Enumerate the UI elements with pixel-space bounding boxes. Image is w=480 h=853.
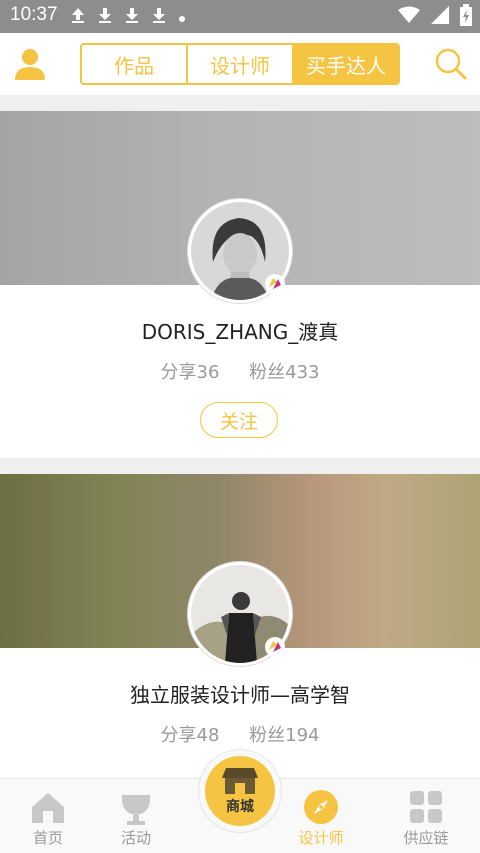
nav-activity[interactable]: 活动 [88, 779, 184, 853]
category-tabs: 作品 设计师 买手达人 [80, 43, 400, 85]
search-icon[interactable] [434, 47, 468, 81]
share-count: 分享36 [160, 362, 220, 383]
download-icon [97, 6, 113, 28]
grid-icon [406, 787, 446, 827]
verified-badge-icon [264, 636, 286, 658]
designer-avatar[interactable] [187, 561, 293, 667]
share-count: 分享48 [160, 725, 220, 746]
nav-designers[interactable]: 设计师 [273, 779, 369, 853]
battery-icon [460, 4, 472, 30]
verified-badge-icon [264, 273, 286, 295]
status-time: 10:37 [10, 4, 58, 25]
nav-supply-chain[interactable]: 供应链 [378, 779, 474, 853]
shop-icon [222, 768, 258, 796]
designer-stats: 分享36 粉丝433 [0, 358, 480, 384]
mall-button[interactable]: 商城 [198, 749, 282, 833]
follow-button[interactable]: 关注 [200, 402, 278, 438]
user-profile-icon[interactable] [13, 47, 47, 81]
download-icon [124, 6, 140, 28]
download-icon [151, 6, 167, 28]
tab-works[interactable]: 作品 [82, 45, 186, 83]
tab-designers[interactable]: 设计师 [186, 45, 292, 83]
compass-icon [301, 787, 341, 827]
dot-icon [178, 8, 186, 27]
designer-stats: 分享48 粉丝194 [0, 721, 480, 747]
designer-name: DORIS_ZHANG_渡真 [141, 320, 339, 344]
tab-buyers[interactable]: 买手达人 [292, 45, 398, 83]
nav-home[interactable]: 首页 [0, 779, 96, 853]
designer-name: 独立服装设计师—高学智 [130, 683, 350, 707]
status-bar: 10:37 [0, 0, 480, 33]
designer-avatar[interactable] [187, 198, 293, 304]
designer-card[interactable]: 独立服装设计师—高学智 分享48 粉丝194 [0, 474, 480, 778]
top-header: 作品 设计师 买手达人 [0, 33, 480, 95]
designer-card[interactable]: DORIS_ZHANG_渡真 分享36 粉丝433 关注 [0, 111, 480, 458]
trophy-icon [116, 787, 156, 827]
upload-icon [70, 6, 86, 28]
home-icon [28, 787, 68, 827]
signal-icon [430, 5, 450, 29]
fan-count: 粉丝194 [249, 725, 320, 746]
wifi-icon [398, 6, 420, 28]
fan-count: 粉丝433 [249, 362, 320, 383]
